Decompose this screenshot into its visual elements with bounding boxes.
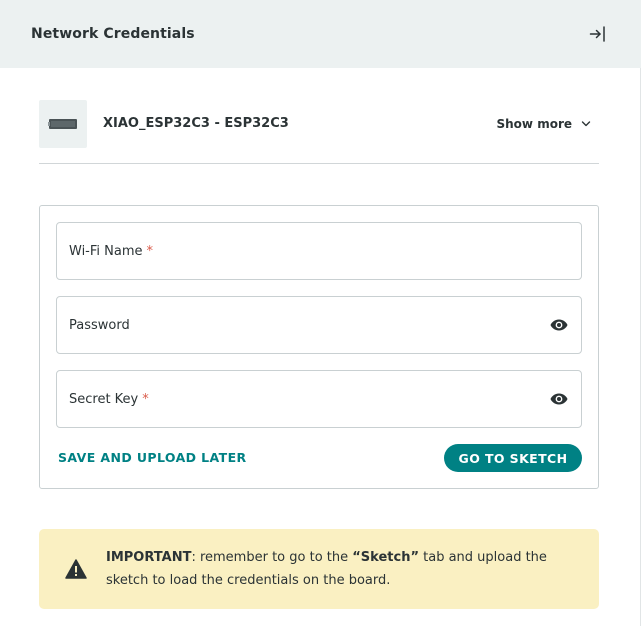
password-field[interactable]: Password <box>56 296 582 354</box>
go-to-sketch-button[interactable]: GO TO SKETCH <box>444 444 582 472</box>
save-and-upload-later-button[interactable]: SAVE AND UPLOAD LATER <box>58 450 247 465</box>
chevron-down-icon <box>581 121 591 127</box>
required-marker: * <box>146 243 154 259</box>
device-row: XIAO_ESP32C3 - ESP32C3 Show more <box>39 100 599 164</box>
secret-key-label: Secret Key * <box>69 391 149 407</box>
credentials-form: Wi-Fi Name * Password Secret Key * SAVE … <box>39 205 599 489</box>
panel-header: Network Credentials <box>0 0 641 68</box>
secret-key-field[interactable]: Secret Key * <box>56 370 582 428</box>
device-name: XIAO_ESP32C3 - ESP32C3 <box>103 116 289 131</box>
show-secret-key-eye-icon[interactable] <box>550 393 568 405</box>
network-credentials-panel: Network Credentials XIAO_ESP32C3 - ESP32… <box>0 0 641 626</box>
board-icon <box>39 100 87 148</box>
show-password-eye-icon[interactable] <box>550 319 568 331</box>
wifi-name-field[interactable]: Wi-Fi Name * <box>56 222 582 280</box>
exit-panel-icon[interactable] <box>587 23 609 45</box>
show-more-label: Show more <box>496 117 573 131</box>
panel-title: Network Credentials <box>31 26 195 42</box>
wifi-name-label: Wi-Fi Name * <box>69 243 154 259</box>
notice-text: IMPORTANT: remember to go to the “Sketch… <box>106 550 547 588</box>
password-label: Password <box>69 317 130 333</box>
important-notice: IMPORTANT: remember to go to the “Sketch… <box>39 529 599 609</box>
show-more-button[interactable]: Show more <box>497 100 600 148</box>
warning-icon <box>64 557 88 581</box>
required-marker: * <box>142 391 149 407</box>
